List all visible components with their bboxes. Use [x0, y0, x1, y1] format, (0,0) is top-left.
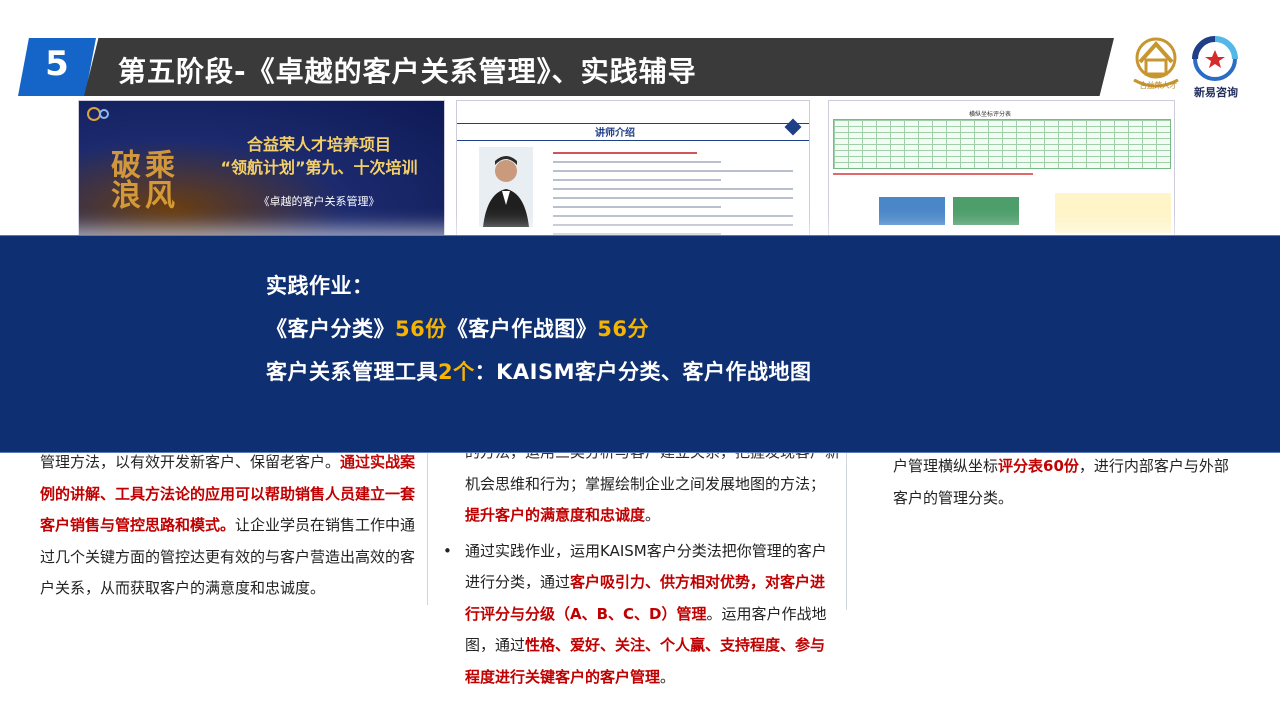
instructor-slide-thumbnail: 讲师介绍: [457, 101, 809, 235]
table-slide-heading: 横纵坐标评分表: [969, 111, 1012, 118]
column-middle-text: 的方法，运用三类分析与客户建立关系，把握发现客户新机会思维和行为；掌握绘制企业之…: [443, 437, 840, 693]
cover-title-line1: 合益荣人才培养项目: [246, 135, 391, 154]
col1-text-1: 管理方法，以有效开发新客户、保留老客户。: [40, 453, 341, 471]
banner-count-2: 56分: [597, 317, 649, 341]
xinyi-logo-icon: [1192, 36, 1238, 81]
banner-tools-list: ：KAISM客户分类、客户作战地图: [474, 360, 812, 384]
practice-assignment-banner: [0, 236, 1280, 452]
col3-highlight: 评分表60份: [998, 457, 1079, 475]
logo-left-caption: 合益荣人才: [1139, 81, 1177, 90]
banner-line-1: 实践作业：: [266, 274, 374, 298]
stage-number: 5: [45, 44, 69, 84]
instructor-bio-lines: [553, 145, 793, 235]
cover-slide-thumbnail: 乘风破浪 合益荣人才培养项目 “领航计划”第九、十次培训 《卓越的客户关系管理》: [79, 101, 444, 235]
banner-line-2: 《客户分类》56份《客户作战图》56分: [266, 313, 649, 343]
banner-count-1: 56份: [395, 317, 447, 341]
page-title: 第五阶段-《卓越的客户关系管理》、实践辅导: [118, 55, 697, 88]
stage-number-tab: 5: [18, 38, 96, 96]
col2-text-0b: 。: [645, 506, 661, 524]
column-left-text: 管理方法，以有效开发新客户、保留老客户。通过实战案例的讲解、工具方法论的应用可以…: [40, 447, 428, 605]
banner-customer-classification: 《客户分类》: [266, 317, 395, 341]
logo-right-caption: 新易咨询: [1194, 86, 1238, 99]
scoring-grid: [833, 119, 1171, 169]
banner-tools-count: 2个: [438, 360, 475, 384]
green-quadrant-box: [953, 197, 1019, 225]
red-note-line: [833, 173, 1033, 175]
cover-logo-icon: [87, 107, 109, 121]
instructor-heading: 讲师介绍: [595, 128, 635, 139]
scoring-table-slide-thumbnail: 横纵坐标评分表: [829, 101, 1174, 235]
cover-calligraphy: 乘风破浪: [105, 149, 174, 209]
instructor-photo: [479, 147, 533, 227]
col2-text-3: 。: [660, 667, 676, 686]
blue-quadrant-box: [879, 197, 945, 225]
banner-line-3: 客户关系管理工具2个：KAISM客户分类、客户作战地图: [266, 356, 812, 386]
instructor-header: 讲师介绍: [457, 123, 809, 141]
yellow-note-box: [1055, 193, 1171, 233]
banner-customer-battle-map: 《客户作战图》: [446, 317, 598, 341]
col2-highlight-0: 提升客户的满意度和忠诚度: [465, 506, 646, 524]
cover-subtitle: 《卓越的客户关系管理》: [258, 195, 380, 208]
col3-text-1: 户管理横纵坐标: [893, 457, 999, 475]
title-bar: 第五阶段-《卓越的客户关系管理》、实践辅导: [84, 38, 1114, 96]
banner-tools-label: 客户关系管理工具: [266, 360, 438, 384]
column-right-text: 户管理横纵坐标评分表60份，进行内部客户与外部客户的管理分类。: [893, 451, 1233, 514]
column-divider-right: [846, 440, 847, 610]
cover-title-line2: “领航计划”第九、十次培训: [220, 158, 418, 177]
bullet-marker: •: [443, 541, 452, 560]
